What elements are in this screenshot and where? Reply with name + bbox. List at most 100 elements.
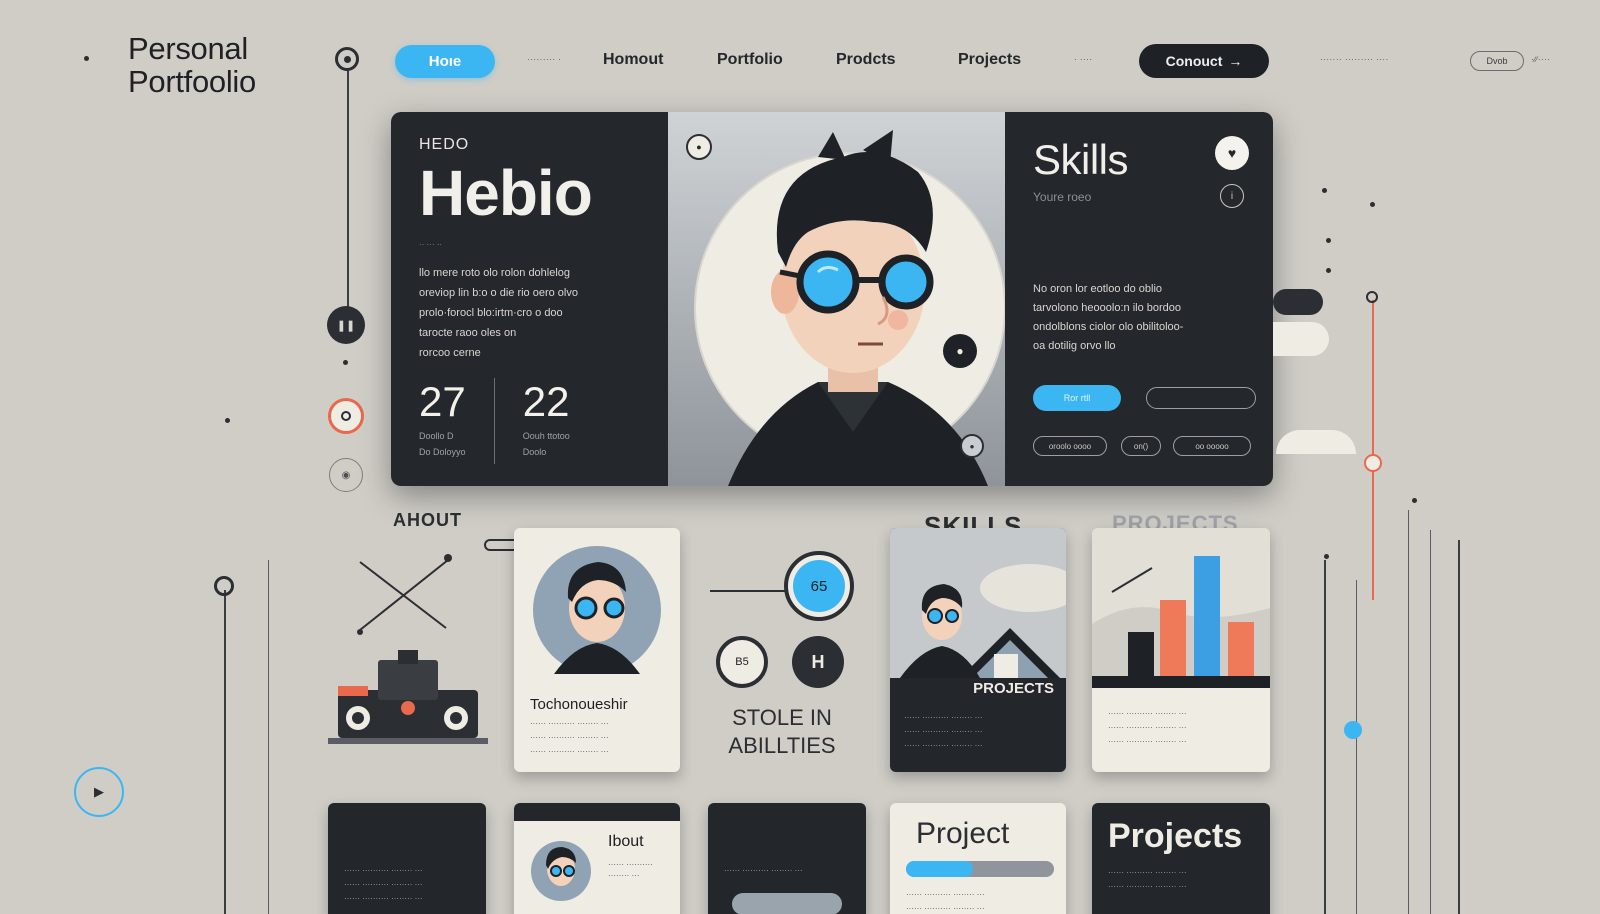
bottom-card-3[interactable]: ······ ·········· ········ ··· [708,803,866,914]
arrow-right-icon: → [1228,53,1243,69]
stat-2-label: Oouh ttotoo [522,431,570,441]
portrait-slider-knob[interactable]: ● [943,334,977,368]
primary-action-button[interactable]: Ror rtll [1033,385,1121,411]
card-text: ······ ·········· ········ ··· [1108,868,1187,877]
skills-para-line: oa dotilig orvo llo [1033,340,1116,352]
card-text: ······ ·········· ········ ··· [608,860,653,880]
dot-decor [343,360,348,365]
avatar-illustration [694,130,1005,486]
projects-chart-card[interactable]: ······ ·········· ········ ··· ······ ··… [1092,528,1270,772]
project-progress-track [906,861,1054,877]
brand-logo[interactable]: Personal Portfoolio [128,32,256,98]
chip-2[interactable]: on() [1121,436,1161,456]
profile-text: ······ ·········· ········ ··· [530,719,609,728]
hero-side-tab[interactable] [1273,289,1323,315]
profile-card[interactable]: Tochonoueshir ······ ·········· ········… [514,528,680,772]
card-text: ······ ·········· ········ ··· [906,890,985,899]
hero-tiny: ·· ··· ·· [419,240,443,249]
projects-card-title: Projects [1108,817,1243,855]
heart-icon[interactable]: ♥ [1215,136,1249,170]
right-rail-thin [1408,510,1409,914]
skills-badge-65[interactable]: 65 [784,551,854,621]
section-about-title: AHOUT [393,510,462,530]
hero-kicker: HEDO [419,136,470,153]
card-text: ······ ·········· ········ ··· [344,894,423,903]
bottom-projects-card[interactable]: Projects ······ ·········· ········ ··· … [1092,803,1270,914]
skills-projects-card[interactable]: PROJECTS ······ ·········· ········ ··· … [890,528,1066,772]
nav-home-button[interactable]: Hoıe [395,45,495,78]
skills-badge-b5[interactable]: B5 [716,636,768,688]
nav-pill[interactable]: Dvob [1470,51,1524,71]
chip-3[interactable]: oo ooooo [1173,436,1251,456]
contact-label: Conouct [1165,53,1223,69]
nav-contact-button[interactable]: Conouct → [1139,44,1269,78]
hero-title: Hebio [419,157,593,229]
mini-avatar [531,841,591,901]
stat-2: 22 Oouh ttotoo Doolo [523,378,570,464]
hero-para-line: tarocte raoo oles on [419,327,517,339]
skills-para-line: ondolblons ciolor olo obilitoloo- [1033,321,1184,333]
nav-about-link[interactable]: Homout [603,51,663,69]
brand-line1: Personal [128,31,248,66]
stat-1-number: 27 [419,378,466,425]
info-icon[interactable]: i [1220,184,1244,208]
card-text: ······ ·········· ········ ··· [904,713,983,722]
dot-decor [1324,554,1329,559]
bottom-project-card[interactable]: Project ······ ·········· ········ ··· ·… [890,803,1066,914]
skills-para-line: tarvolono heooolo:n ilo bordoo [1033,302,1182,314]
dot-decor [1326,238,1331,243]
card-text: ······ ·········· ········ ··· [906,904,985,913]
right-rail-thin [1430,530,1431,914]
timeline-node-top[interactable] [335,47,359,71]
bottom-card-1[interactable]: ······ ·········· ········ ··· ······ ··… [328,803,486,914]
secondary-action-button[interactable] [1146,387,1256,409]
dot-decor [225,418,230,423]
skills-caption: STOLE IN ABILLTIES [712,704,852,760]
play-icon[interactable]: ▶ [74,767,124,817]
nav-portfolio-link[interactable]: Portfolio [717,51,783,69]
card-text: ······ ·········· ········ ··· [344,880,423,889]
projects-bar-illustration [1092,528,1270,688]
pause-icon[interactable]: ❚❚ [327,306,365,344]
nav-products-link[interactable]: Prodcts [836,51,896,69]
skills-badge-h[interactable]: H [792,636,844,688]
hero-side-tab-light [1273,322,1329,356]
hero-para-line: rorcoo cerne [419,347,481,359]
hero-skills-panel: Skills Youre roeo ♥ i No oron lor eotloo… [1005,112,1273,486]
portrait-ring-icon[interactable]: ● [686,134,712,160]
portrait-small-ring[interactable]: ● [960,434,984,458]
skills-title: Skills [1033,136,1129,183]
stat-2-number: 22 [522,378,570,425]
nav-projects-link[interactable]: Projects [958,51,1021,69]
stat-divider [493,378,495,464]
card-text: ······ ·········· ········ ··· [724,866,803,875]
stat-2-label2: Doolo [522,447,547,457]
record-icon[interactable] [328,398,364,434]
eye-icon[interactable]: ◉ [329,458,363,492]
card-text: ······ ·········· ········ ··· [344,866,423,875]
about-mini-title: Ibout [608,833,644,850]
stat-1-label2: Do Doloyyo [419,447,466,457]
card-text: ······ ·········· ········ ··· [1108,723,1187,732]
left-rail-node [214,576,234,596]
nav-small-text: · ···· [1074,55,1093,64]
hero-para-line: prolo·forocl blo:irtm·cro o doo [419,307,563,319]
hero-card: HEDO Hebio ·· ··· ·· llo mere roto olo r… [391,112,1273,486]
hero-portrait-panel: ● ● ● [668,112,1005,486]
card-text: ······ ·········· ········ ··· [1108,882,1187,891]
chip-1[interactable]: oroolo oooo [1033,436,1107,456]
card-text: ······ ·········· ········ ··· [904,741,983,750]
stat-1-label: Doollo D [419,431,454,441]
skills-para-line: No oron lor eotloo do oblio [1033,283,1163,295]
bottom-card-button[interactable] [732,893,842,914]
profile-text: ······ ·········· ········ ··· [530,733,609,742]
dot-decor [1412,498,1417,503]
right-rail [1458,540,1460,914]
brand-line2: Portfoolio [128,64,256,99]
right-rail-thin [1356,580,1357,914]
dot-decor [1370,202,1375,207]
card-text: ······ ·········· ········ ··· [1108,737,1187,746]
skills-badge-65-inner: 65 [793,560,845,612]
hero-intro-panel: HEDO Hebio ·· ··· ·· llo mere roto olo r… [391,112,668,486]
bottom-about-card[interactable]: Ibout ······ ·········· ········ ··· [514,803,680,914]
